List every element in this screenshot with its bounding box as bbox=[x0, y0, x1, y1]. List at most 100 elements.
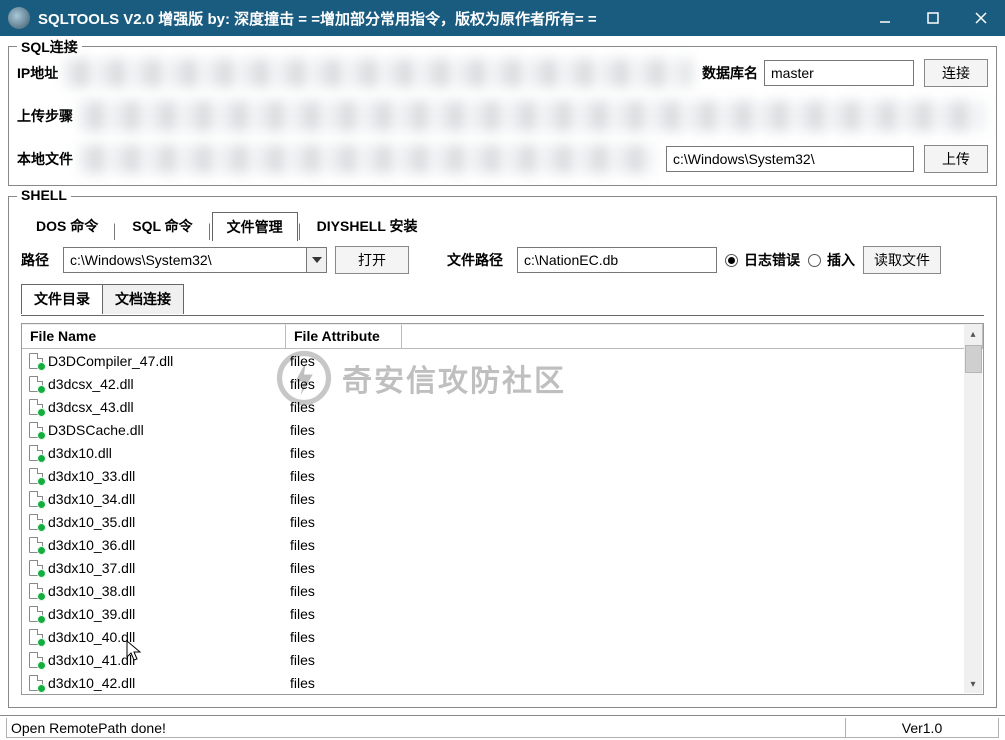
file-icon bbox=[28, 422, 44, 438]
cell-fileattr: files bbox=[286, 675, 402, 691]
path-combobox[interactable] bbox=[63, 247, 327, 273]
file-icon bbox=[28, 583, 44, 599]
table-row[interactable]: D3DCompiler_47.dllfiles bbox=[22, 349, 983, 372]
sql-connection-group: SQL连接 IP地址 数据库名 连接 上传步骤 本地文件 上传 bbox=[8, 46, 997, 186]
file-listview[interactable]: File Name File Attribute D3DCompiler_47.… bbox=[21, 323, 984, 695]
close-button[interactable] bbox=[957, 0, 1005, 36]
file-icon bbox=[28, 675, 44, 691]
cell-fileattr: files bbox=[286, 376, 402, 392]
local-file-blurred[interactable] bbox=[79, 145, 656, 173]
file-sub-tabs: 文件目录 文档连接 bbox=[21, 284, 984, 314]
minimize-button[interactable] bbox=[861, 0, 909, 36]
version-label: Ver1.0 bbox=[846, 718, 999, 738]
table-row[interactable]: d3dx10_35.dllfiles bbox=[22, 510, 983, 533]
ip-label: IP地址 bbox=[17, 63, 58, 83]
scrollbar-vertical[interactable]: ▴ ▾ bbox=[964, 325, 982, 693]
cell-fileattr: files bbox=[286, 583, 402, 599]
connect-button[interactable]: 连接 bbox=[924, 59, 988, 87]
path-label: 路径 bbox=[21, 250, 49, 270]
cell-filename: d3dcsx_42.dll bbox=[48, 376, 286, 392]
scroll-up-icon[interactable]: ▴ bbox=[964, 325, 982, 343]
scroll-thumb[interactable] bbox=[965, 345, 982, 373]
cell-fileattr: files bbox=[286, 514, 402, 530]
cell-filename: d3dx10_34.dll bbox=[48, 491, 286, 507]
table-row[interactable]: d3dx10_42.dllfiles bbox=[22, 671, 983, 694]
radio-insert[interactable]: 插入 bbox=[808, 250, 855, 270]
file-icon bbox=[28, 629, 44, 645]
file-icon bbox=[28, 376, 44, 392]
cell-fileattr: files bbox=[286, 445, 402, 461]
tab-file-directory[interactable]: 文件目录 bbox=[21, 284, 103, 314]
cell-filename: D3DCompiler_47.dll bbox=[48, 353, 286, 369]
cell-fileattr: files bbox=[286, 422, 402, 438]
column-header-filename[interactable]: File Name bbox=[22, 324, 286, 348]
db-name-input[interactable] bbox=[764, 60, 914, 86]
cell-fileattr: files bbox=[286, 652, 402, 668]
cell-fileattr: files bbox=[286, 468, 402, 484]
cell-filename: d3dx10_35.dll bbox=[48, 514, 286, 530]
local-file-label: 本地文件 bbox=[17, 149, 73, 169]
upload-button[interactable]: 上传 bbox=[924, 145, 988, 173]
table-row[interactable]: d3dx10_33.dllfiles bbox=[22, 464, 983, 487]
cell-filename: d3dx10_37.dll bbox=[48, 560, 286, 576]
shell-legend: SHELL bbox=[17, 187, 71, 203]
table-row[interactable]: d3dx10_38.dllfiles bbox=[22, 579, 983, 602]
cell-fileattr: files bbox=[286, 629, 402, 645]
cell-filename: d3dcsx_43.dll bbox=[48, 399, 286, 415]
filepath-label: 文件路径 bbox=[447, 250, 503, 270]
table-row[interactable]: d3dx10_37.dllfiles bbox=[22, 556, 983, 579]
tab-file-manager[interactable]: 文件管理 bbox=[212, 212, 298, 241]
cell-fileattr: files bbox=[286, 606, 402, 622]
table-row[interactable]: d3dx10_34.dllfiles bbox=[22, 487, 983, 510]
file-icon bbox=[28, 606, 44, 622]
window-title: SQLTOOLS V2.0 增强版 by: 深度撞击 = =增加部分常用指令，版… bbox=[38, 8, 861, 29]
radio-log-error[interactable]: 日志错误 bbox=[725, 250, 800, 270]
cell-filename: d3dx10_36.dll bbox=[48, 537, 286, 553]
cell-filename: d3dx10_42.dll bbox=[48, 675, 286, 691]
cell-fileattr: files bbox=[286, 537, 402, 553]
sql-legend: SQL连接 bbox=[17, 37, 82, 57]
column-header-attribute[interactable]: File Attribute bbox=[286, 324, 402, 348]
upload-step-blurred bbox=[79, 101, 984, 131]
read-file-button[interactable]: 读取文件 bbox=[863, 246, 941, 274]
cell-fileattr: files bbox=[286, 353, 402, 369]
scroll-down-icon[interactable]: ▾ bbox=[964, 675, 982, 693]
file-icon bbox=[28, 353, 44, 369]
column-header-blank bbox=[402, 324, 983, 348]
shell-group: SHELL DOS 命令 SQL 命令 文件管理 DIYSHELL 安装 路径 … bbox=[8, 196, 997, 708]
table-row[interactable]: d3dx10_40.dllfiles bbox=[22, 625, 983, 648]
cell-filename: d3dx10.dll bbox=[48, 445, 286, 461]
table-row[interactable]: d3dx10_41.dllfiles bbox=[22, 648, 983, 671]
cell-filename: d3dx10_40.dll bbox=[48, 629, 286, 645]
table-row[interactable]: D3DSCache.dllfiles bbox=[22, 418, 983, 441]
tab-dos[interactable]: DOS 命令 bbox=[21, 211, 113, 240]
table-row[interactable]: d3dx10.dllfiles bbox=[22, 441, 983, 464]
tab-diyshell[interactable]: DIYSHELL 安装 bbox=[302, 211, 433, 240]
radio-off-icon bbox=[808, 254, 821, 267]
maximize-button[interactable] bbox=[909, 0, 957, 36]
table-row[interactable]: d3dx10_36.dllfiles bbox=[22, 533, 983, 556]
file-icon bbox=[28, 468, 44, 484]
cell-filename: d3dx10_33.dll bbox=[48, 468, 286, 484]
table-row[interactable]: d3dcsx_43.dllfiles bbox=[22, 395, 983, 418]
filepath-input[interactable] bbox=[517, 247, 717, 273]
table-row[interactable]: d3dx10_39.dllfiles bbox=[22, 602, 983, 625]
file-icon bbox=[28, 652, 44, 668]
titlebar[interactable]: SQLTOOLS V2.0 增强版 by: 深度撞击 = =增加部分常用指令，版… bbox=[0, 0, 1005, 36]
tab-sql[interactable]: SQL 命令 bbox=[117, 211, 207, 240]
path-dropdown-icon[interactable] bbox=[307, 247, 327, 273]
remote-path-input[interactable] bbox=[666, 146, 914, 172]
app-icon bbox=[8, 7, 30, 29]
open-button[interactable]: 打开 bbox=[335, 246, 409, 274]
cell-filename: d3dx10_39.dll bbox=[48, 606, 286, 622]
cell-fileattr: files bbox=[286, 491, 402, 507]
path-input[interactable] bbox=[63, 247, 307, 273]
tab-document-link[interactable]: 文档连接 bbox=[102, 284, 184, 314]
table-row[interactable]: d3dcsx_42.dllfiles bbox=[22, 372, 983, 395]
ip-field-blurred[interactable] bbox=[64, 59, 692, 87]
cell-filename: d3dx10_38.dll bbox=[48, 583, 286, 599]
statusbar: Open RemotePath done! Ver1.0 bbox=[0, 715, 1005, 740]
file-icon bbox=[28, 560, 44, 576]
cell-fileattr: files bbox=[286, 399, 402, 415]
upload-step-label: 上传步骤 bbox=[17, 106, 73, 126]
